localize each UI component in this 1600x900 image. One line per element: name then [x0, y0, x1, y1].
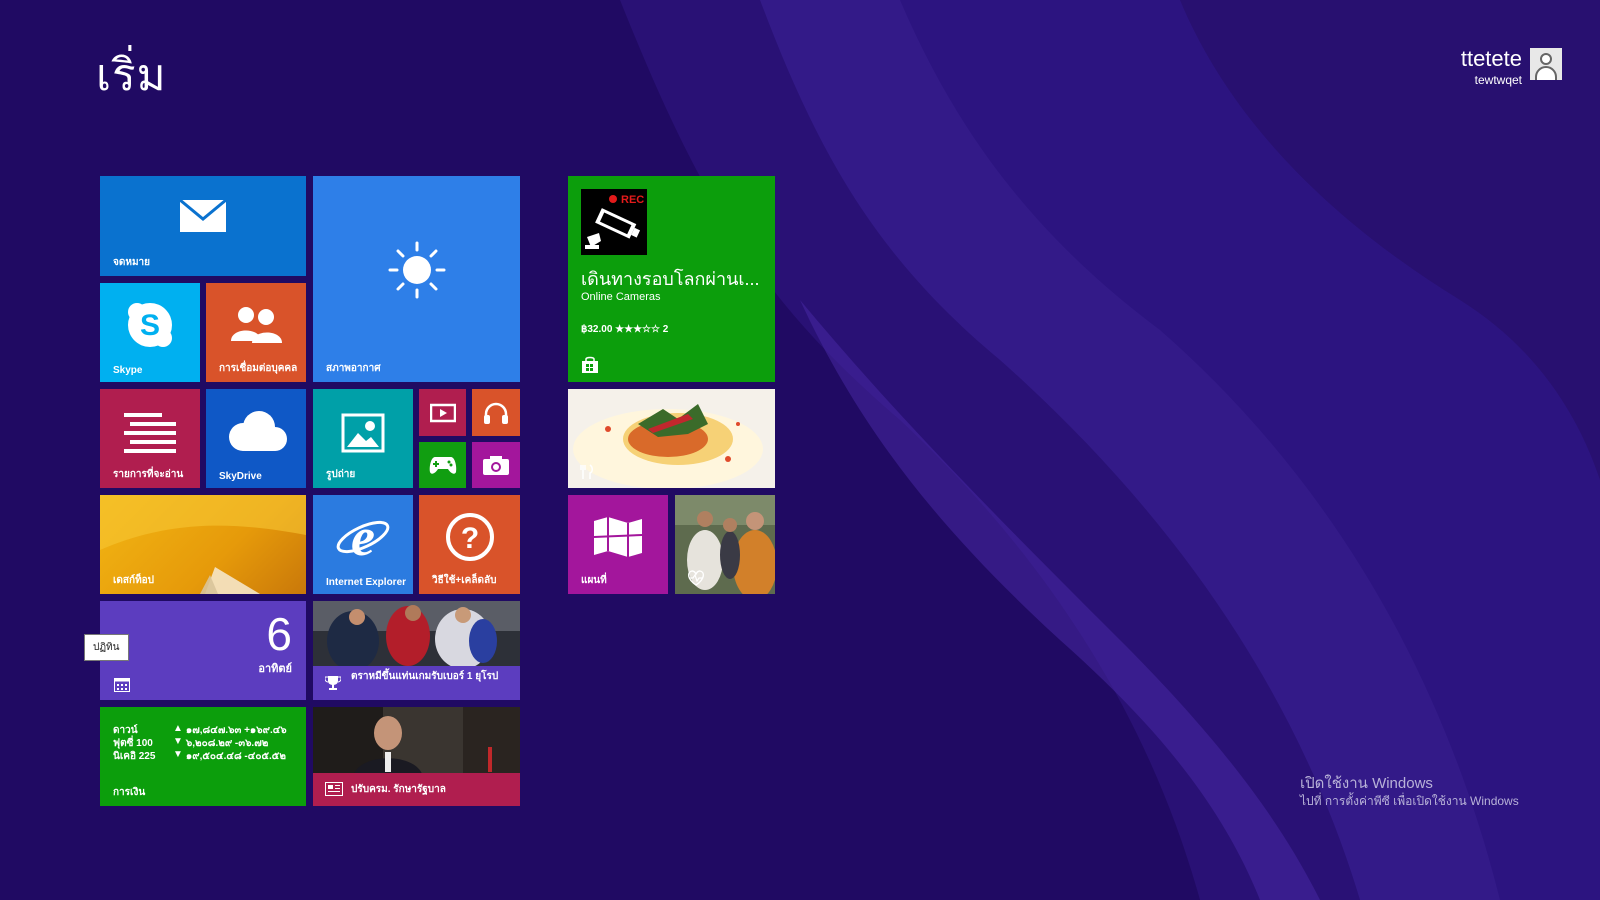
- tile-photos[interactable]: รูปถ่าย: [313, 389, 413, 488]
- tile-skype[interactable]: S Skype: [100, 283, 200, 382]
- watermark-subtitle: ไปที่ การตั้งค่าพีซี เพื่อเปิดใช้งาน Win…: [1300, 793, 1519, 808]
- calendar-day-number: 6: [266, 608, 292, 660]
- reading-list-icon: [124, 413, 176, 453]
- user-account[interactable]: ttetete tewtwqet: [1461, 48, 1562, 86]
- cctv-camera-icon: REC: [585, 194, 644, 249]
- tile-label: จดหมาย: [113, 257, 151, 268]
- tile-label: แผนที่: [581, 575, 607, 586]
- photo-icon: [341, 413, 385, 453]
- activation-watermark: เปิดใช้งาน Windows ไปที่ การตั้งค่าพีซี …: [1300, 775, 1519, 809]
- tile-label: รายการที่จะอ่าน: [113, 469, 184, 480]
- camera-icon: [483, 456, 509, 475]
- store-icon: [582, 356, 598, 373]
- app-category: Online Cameras: [581, 291, 661, 303]
- tile-internet-explorer[interactable]: e Internet Explorer: [313, 495, 413, 594]
- news-headline: ปรับครม. รักษารัฐบาล: [351, 784, 446, 795]
- svg-text:?: ?: [460, 522, 478, 555]
- tile-label: วิธีใช้+เคล็ดลับ: [432, 575, 497, 586]
- tile-help-tips[interactable]: ? วิธีใช้+เคล็ดลับ: [419, 495, 520, 594]
- heart-pulse-icon: [687, 570, 705, 586]
- rec-text: REC: [621, 194, 644, 206]
- skype-icon: S: [128, 303, 172, 347]
- tile-label: SkyDrive: [219, 471, 262, 482]
- start-title: เริ่ม: [96, 51, 167, 100]
- user-account-name: tewtwqet: [1474, 73, 1522, 87]
- index-name: นิเคอิ 225: [113, 751, 156, 762]
- tile-weather[interactable]: สภาพอากาศ: [313, 176, 520, 382]
- video-icon: [429, 403, 456, 422]
- tile-label: เดสก์ท็อป: [113, 575, 155, 586]
- internet-explorer-icon: e: [336, 511, 390, 563]
- svg-text:S: S: [140, 309, 160, 342]
- svg-text:e: e: [351, 511, 375, 563]
- headphones-icon: [484, 402, 508, 424]
- sports-headline: ตราหมีขึ้นแท่นเกมรับเบอร์ 1 ยุโรป: [351, 671, 499, 682]
- app-logo: REC: [581, 189, 647, 255]
- tile-calendar[interactable]: 6 อาทิตย์: [100, 601, 306, 700]
- tile-video[interactable]: [419, 389, 466, 436]
- tile-mail[interactable]: จดหมาย: [100, 176, 306, 276]
- calendar-icon: [114, 678, 130, 692]
- tile-label: รูปถ่าย: [326, 469, 356, 480]
- tile-label: การเงิน: [113, 787, 146, 798]
- finance-row: นิเคอิ 225 ▼ ๑๙,๕๐๔.๔๘ -๔๐๕.๕๒: [113, 749, 286, 764]
- tile-label: Internet Explorer: [326, 577, 407, 588]
- tile-label: Skype: [113, 365, 143, 376]
- watermark-title: เปิดใช้งาน Windows: [1300, 775, 1433, 792]
- food-photo: [568, 389, 775, 488]
- tile-health-fitness[interactable]: [675, 495, 775, 594]
- tile-skydrive[interactable]: SkyDrive: [206, 389, 306, 488]
- sports-headline-bar: ตราหมีขึ้นแท่นเกมรับเบอร์ 1 ยุโรป: [313, 666, 520, 700]
- news-headline-bar: ปรับครม. รักษารัฐบาล: [313, 773, 520, 806]
- tile-sports[interactable]: ตราหมีขึ้นแท่นเกมรับเบอร์ 1 ยุโรป: [313, 601, 520, 700]
- index-value: ๑๙,๕๐๔.๔๘ -๔๐๕.๕๒: [185, 751, 286, 762]
- tile-desktop[interactable]: เดสก์ท็อป: [100, 495, 306, 594]
- trophy-icon: [325, 676, 341, 690]
- sun-icon: [388, 241, 445, 299]
- food-drink-icon: [580, 464, 593, 479]
- app-title: เดินทางรอบโลกผ่านเ...: [581, 269, 760, 289]
- tile-food-drink[interactable]: [568, 389, 775, 488]
- tile-music[interactable]: [472, 389, 520, 436]
- user-name: ttetete: [1460, 46, 1522, 71]
- mail-icon: [179, 199, 227, 232]
- tile-label: การเชื่อมต่อบุคคล: [219, 363, 298, 374]
- tile-store-promo[interactable]: REC เดินทางรอบโลกผ่านเ... Online Cameras…: [568, 176, 775, 382]
- question-icon: ?: [445, 513, 494, 561]
- tile-maps[interactable]: แผนที่: [568, 495, 668, 594]
- app-price-rating: ฿32.00 ★★★☆☆ 2: [581, 324, 669, 335]
- tile-news[interactable]: ปรับครม. รักษารัฐบาล: [313, 707, 520, 806]
- index-arrow: ▼: [173, 749, 183, 760]
- calendar-tooltip: ปฏิทิน: [84, 634, 129, 661]
- gamepad-icon: [429, 457, 456, 474]
- people-icon: [231, 307, 282, 343]
- tile-camera[interactable]: [472, 442, 520, 488]
- avatar: [1530, 48, 1562, 80]
- tile-label: สภาพอากาศ: [326, 363, 381, 374]
- map-icon: [593, 517, 643, 557]
- tile-reading-list[interactable]: รายการที่จะอ่าน: [100, 389, 200, 488]
- cloud-icon: [229, 411, 287, 451]
- tile-finance[interactable]: ดาวน์ ▲ ๑๗,๘๔๗.๖๓ +๑๖๙.๔๖ ฟุตซี่ 100 ▼ ๖…: [100, 707, 306, 806]
- calendar-day-name: อาทิตย์: [258, 663, 292, 675]
- newspaper-icon: [325, 782, 343, 796]
- tile-games[interactable]: [419, 442, 466, 488]
- tile-people[interactable]: การเชื่อมต่อบุคคล: [206, 283, 306, 382]
